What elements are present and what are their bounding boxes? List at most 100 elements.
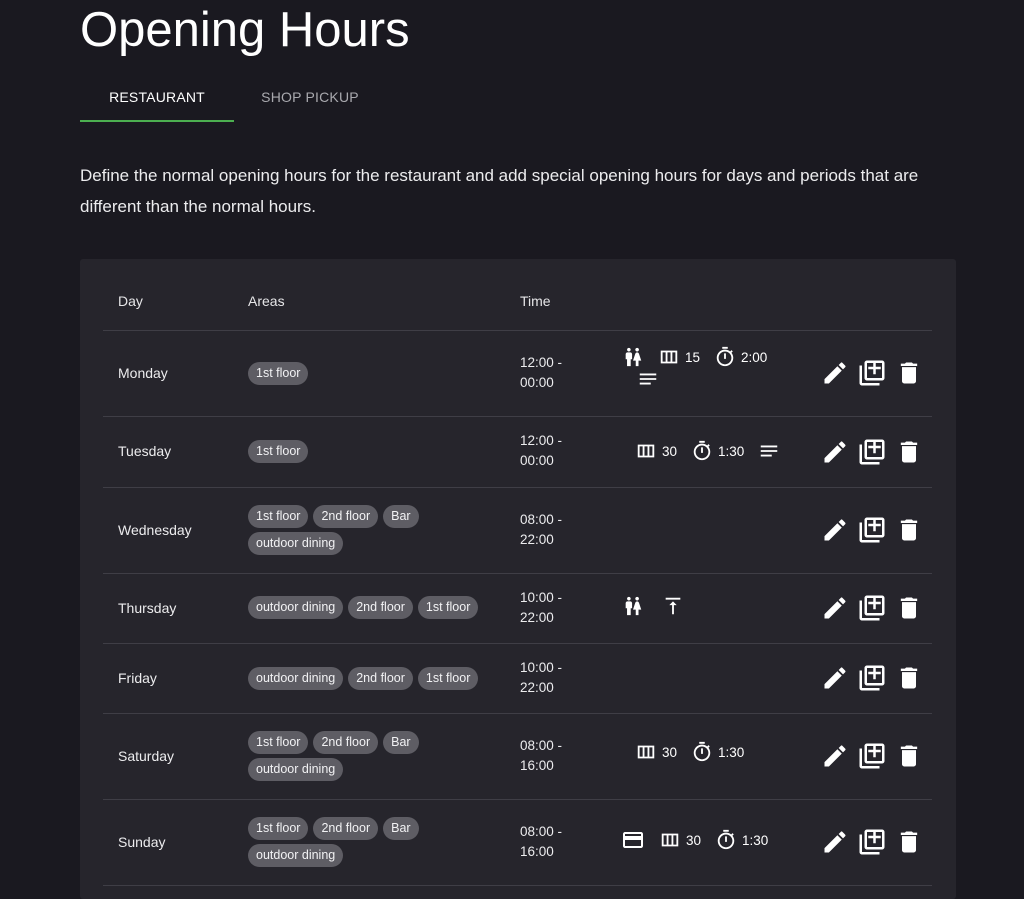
time-range: 08:00 - 22:00 [520,510,562,550]
credit-card-icon [621,828,645,852]
delete-button[interactable] [891,437,928,467]
booking-settings [622,595,684,617]
duration-value: 1:30 [742,832,769,848]
timer-icon [691,440,713,462]
time-range: 10:00 - 22:00 [520,588,562,628]
opening-hours-table: Day Areas Time Monday 1st floor 12:00 - 00:… [80,259,956,899]
delete-button[interactable] [891,827,928,857]
area-chips: 1st floor 2nd floor Bar outdoor dining [248,817,498,867]
duration-value: 1:30 [718,443,745,459]
day-label: Saturday [118,748,175,764]
area-chip: 1st floor [417,667,479,690]
trash-icon [895,742,923,770]
time-start: 08:00 - [520,824,563,839]
table-header: Day Areas Time [103,259,932,331]
day-label: Wednesday [118,522,192,538]
time-start: 08:00 - [520,738,563,753]
day-label: Tuesday [118,443,172,459]
row-actions [816,827,928,857]
table-count: 30 [686,832,702,848]
tab-shop-pickup[interactable]: SHOP PICKUP [234,76,386,120]
duplicate-button[interactable] [853,593,890,623]
trash-icon [895,594,923,622]
duration-value: 1:30 [718,744,745,760]
library-add-icon [857,437,887,467]
delete-button[interactable] [891,663,928,693]
area-chip: 1st floor [248,362,309,385]
area-chips: 1st floor 2nd floor Bar outdoor dining [248,731,498,781]
area-chip: 1st floor [417,596,479,619]
timer-icon [715,829,737,851]
timer-icon [714,346,736,368]
pencil-icon [821,828,849,856]
wc-icon [622,595,644,617]
edit-button[interactable] [816,358,853,388]
edit-button[interactable] [816,515,853,545]
time-range: 12:00 - 00:00 [520,353,562,393]
edit-button[interactable] [816,593,853,623]
duplicate-button[interactable] [853,663,890,693]
time-end: 22:00 [520,680,554,695]
area-chip: outdoor dining [248,844,344,867]
day-label: Monday [118,365,168,381]
delete-button[interactable] [891,358,928,388]
booking-settings: 30 1:30 [635,440,780,462]
duplicate-button[interactable] [853,515,890,545]
area-chip: 2nd floor [313,505,379,528]
library-add-icon [857,515,887,545]
table-count: 15 [685,349,701,365]
duplicate-button[interactable] [853,741,890,771]
time-start: 10:00 - [520,590,563,605]
table-row: Saturday 1st floor 2nd floor Bar outdoor din… [103,713,932,800]
notes-icon [758,440,780,462]
time-start: 08:00 - [520,512,563,527]
pencil-icon [821,742,849,770]
tab-restaurant[interactable]: RESTAURANT [80,76,234,122]
table-count: 30 [662,744,678,760]
delete-button[interactable] [891,515,928,545]
area-chip: 1st floor [248,505,309,528]
booking-settings: 30 1:30 [635,741,744,763]
time-end: 22:00 [520,610,554,625]
time-end: 00:00 [520,375,554,390]
edit-button[interactable] [816,741,853,771]
view-column-icon [635,741,657,763]
area-chip: 2nd floor [348,596,413,619]
row-actions [816,663,928,693]
edit-button[interactable] [816,437,853,467]
area-chip: 2nd floor [348,667,413,690]
time-range: 10:00 - 22:00 [520,658,562,698]
area-chips: 1st floor 2nd floor Bar outdoor dining [248,505,498,555]
time-range: 12:00 - 00:00 [520,431,562,471]
row-actions [816,358,928,388]
booking-settings: 30 1:30 [621,828,768,852]
page-description: Define the normal opening hours for the … [80,166,919,216]
row-actions [816,593,928,623]
timer-icon [691,741,713,763]
duplicate-button[interactable] [853,827,890,857]
tab-bar: RESTAURANT SHOP PICKUP [80,76,386,122]
area-chip: outdoor dining [248,758,344,781]
header-time: Time [520,293,551,309]
library-add-icon [857,663,887,693]
area-chip: 1st floor [248,731,309,754]
trash-icon [895,359,923,387]
notes-icon [637,368,659,390]
delete-button[interactable] [891,741,928,771]
area-chip: 2nd floor [313,817,379,840]
time-range: 08:00 - 16:00 [520,822,562,862]
table-row: Tuesday 1st floor 12:00 - 00:00 30 1:30 [103,416,932,488]
area-chip: 1st floor [248,817,309,840]
area-chip: 1st floor [248,440,309,463]
duplicate-button[interactable] [853,358,890,388]
duplicate-button[interactable] [853,437,890,467]
area-chips: outdoor dining 2nd floor 1st floor [248,667,498,690]
area-chips: 1st floor [248,362,498,385]
edit-button[interactable] [816,827,853,857]
edit-button[interactable] [816,663,853,693]
table-row: Monday 1st floor 12:00 - 00:00 15 2:00 [103,330,932,417]
pencil-icon [821,594,849,622]
view-column-icon [658,346,680,368]
area-chip: Bar [383,505,419,528]
delete-button[interactable] [891,593,928,623]
